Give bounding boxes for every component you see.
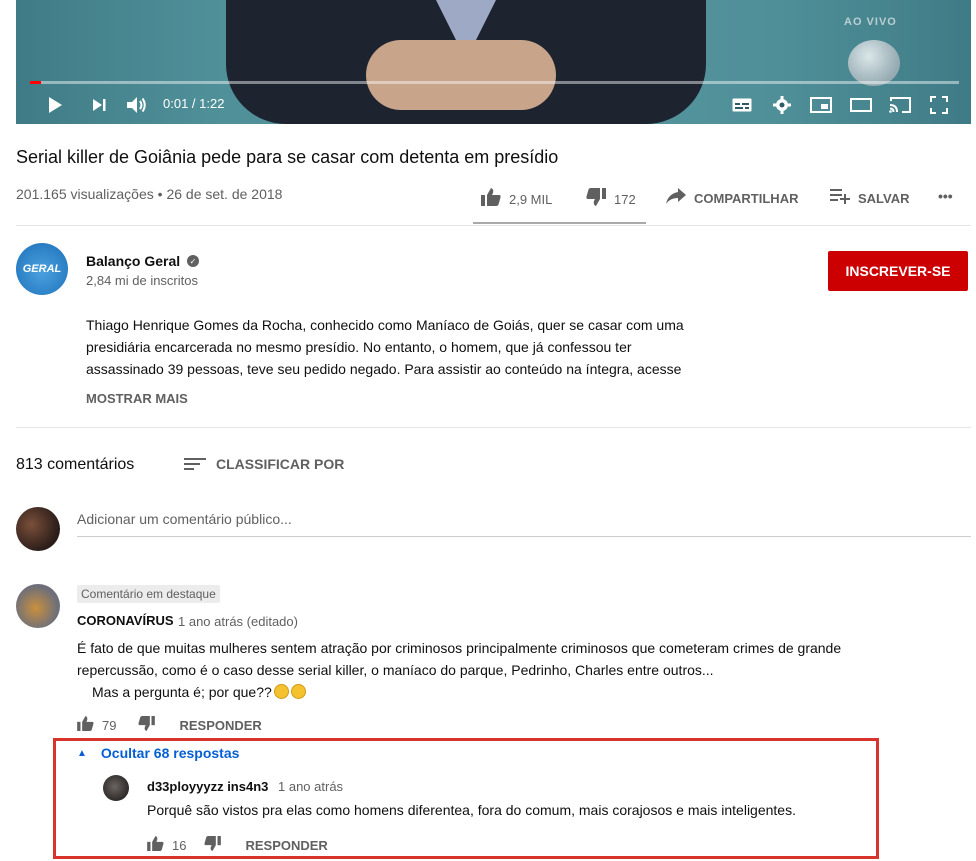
view-count: 201.165 visualizações [16,186,154,202]
hide-replies-button[interactable]: ▲ Ocultar 68 respostas [77,745,239,761]
miniplayer-icon[interactable] [808,94,834,116]
comment-like-count: 79 [102,718,117,733]
upload-date: 26 de set. de 2018 [166,186,283,202]
channel-name[interactable]: Balanço Geral [86,253,180,269]
live-badge: AO VIVO [844,16,897,28]
hide-replies-label: Ocultar 68 respostas [100,745,240,761]
progress-bar[interactable] [30,81,959,84]
dislike-count: 172 [614,192,636,207]
reply-text: Porquê são vistos pra elas como homens d… [147,802,796,818]
reply-avatar[interactable] [103,775,129,801]
theater-mode-icon[interactable] [848,94,874,116]
thumbs-down-icon [586,188,606,211]
player-controls: 0:01 / 1:22 [16,88,971,122]
sort-icon [184,458,206,470]
video-meta: 201.165 visualizações • 26 de set. de 20… [16,186,282,202]
share-button[interactable]: COMPARTILHAR [666,188,798,209]
comment-line: Mas a pergunta é; por que?? [92,684,272,700]
verified-check-icon: ✓ [187,255,199,267]
playlist-add-icon [830,188,850,209]
sort-button[interactable]: CLASSIFICAR POR [184,456,344,472]
time-display: 0:01 / 1:22 [163,96,225,111]
save-button[interactable]: SALVAR [830,188,910,209]
thumbs-up-icon [481,188,501,211]
volume-icon[interactable] [124,94,150,116]
commenter-avatar[interactable] [16,584,60,628]
progress-fill [30,81,42,84]
channel-avatar[interactable]: GERAL [16,243,68,295]
reply-time[interactable]: 1 ano atrás [278,779,343,794]
sort-label: CLASSIFICAR POR [216,456,345,472]
subscriber-count: 2,84 mi de inscritos [86,273,198,288]
description-line: assassinado 39 pessoas, teve seu pedido … [86,361,682,377]
channel-logo-text: GERAL [22,263,62,275]
more-icon: ••• [938,188,953,204]
reply-button[interactable]: RESPONDER [245,838,327,853]
comment-line: repercussão, como é o caso desse serial … [77,662,714,678]
divider [16,427,971,428]
comment-text: É fato de que muitas mulheres sentem atr… [77,637,957,681]
comment-author[interactable]: CORONAVÍRUS [77,613,174,628]
show-more-button[interactable]: MOSTRAR MAIS [86,391,188,406]
reply-actions: 16 RESPONDER [147,836,328,855]
comment-time[interactable]: 1 ano atrás (editado) [178,614,298,629]
like-button[interactable]: 2,9 MIL [481,188,552,211]
divider [16,225,971,226]
play-icon[interactable] [44,94,66,116]
dislike-button[interactable]: 172 [586,188,636,211]
thumbs-down-icon[interactable] [138,716,156,735]
emoji-surprised-icon [273,684,289,699]
caret-up-icon: ▲ [77,747,87,759]
broadcaster-logo [848,40,900,86]
video-description: Thiago Henrique Gomes da Rocha, conhecid… [86,314,766,380]
pinned-badge: Comentário em destaque [77,585,220,603]
description-line: Thiago Henrique Gomes da Rocha, conhecid… [86,317,684,333]
reply-like-count: 16 [172,838,187,853]
thumbs-up-icon[interactable] [147,836,164,855]
comment-actions: 79 RESPONDER [77,716,262,735]
subtitles-icon[interactable] [730,94,754,116]
emoji-thinking-icon [290,684,306,699]
reply-button[interactable]: RESPONDER [179,718,261,733]
comment-line-last: Mas a pergunta é; por que?? [92,681,306,703]
next-icon[interactable] [88,94,110,116]
comment-count: 813 comentários [16,456,135,473]
share-label: COMPARTILHAR [694,191,799,206]
user-avatar [16,507,60,551]
add-comment-input[interactable]: Adicionar um comentário público... [77,511,971,537]
save-label: SALVAR [858,191,910,206]
sentiment-bar [473,222,646,224]
thumbs-up-icon[interactable] [77,716,94,735]
thumbs-down-icon[interactable] [204,836,222,855]
comment-line: É fato de que muitas mulheres sentem atr… [77,640,842,656]
video-player[interactable]: AO VIVO 0:01 / 1:22 [16,0,971,124]
settings-gear-icon[interactable] [770,94,794,116]
fullscreen-icon[interactable] [926,94,952,116]
reply-author[interactable]: d33ployyyzz ins4n3 [147,779,268,794]
more-actions-button[interactable]: ••• [938,188,953,204]
video-title: Serial killer de Goiânia pede para se ca… [16,147,559,167]
share-arrow-icon [666,188,686,209]
description-line: presidiária encarcerada no mesmo presídi… [86,339,632,355]
cast-icon[interactable] [886,94,914,116]
like-count: 2,9 MIL [509,192,553,207]
subscribe-button[interactable]: INSCREVER-SE [828,251,968,291]
